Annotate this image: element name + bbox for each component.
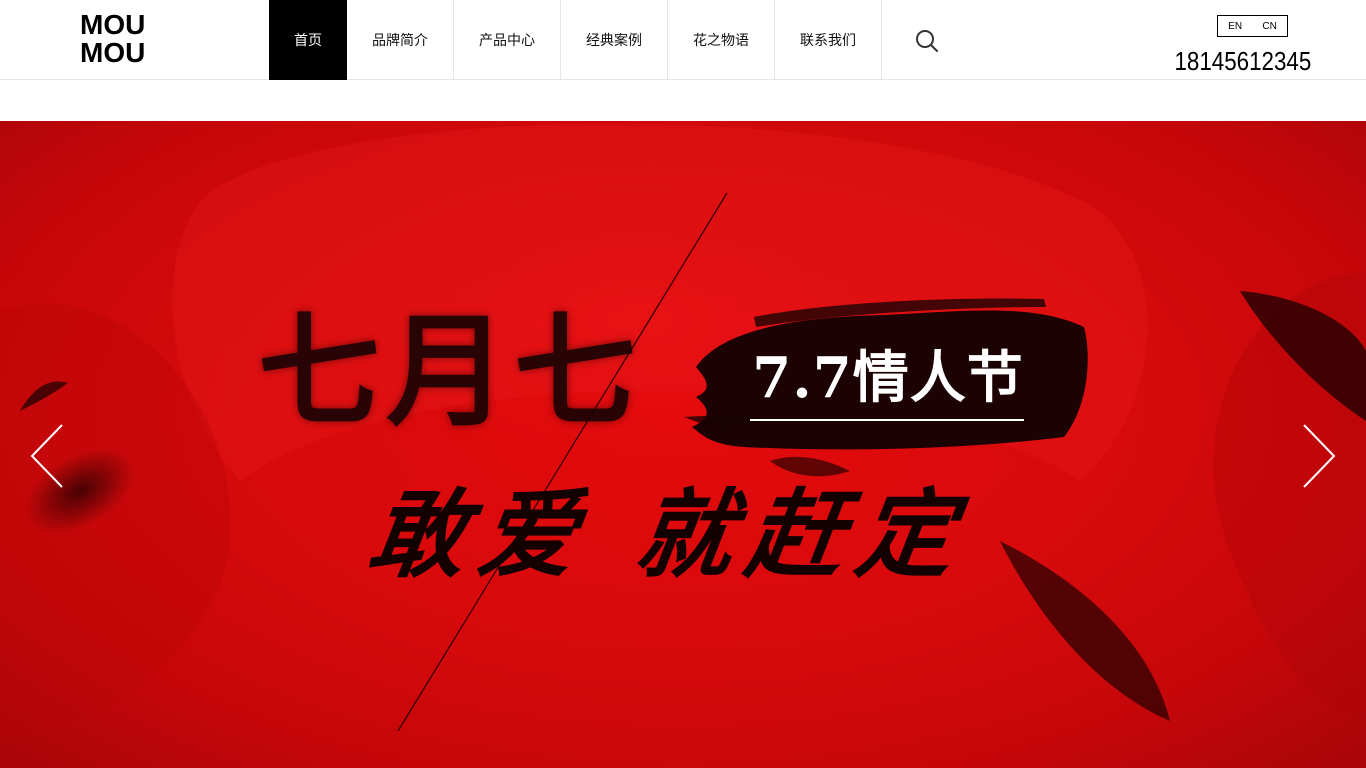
banner-main-title: 七月七 [258,301,642,443]
phone-number: 18145612345 [1174,46,1312,76]
site-header: MOU MOU 首页 品牌简介 产品中心 经典案例 花之物语 联系我们 EN C… [0,0,1366,80]
nav-item-home[interactable]: 首页 [269,0,347,80]
badge-underline [750,419,1024,421]
banner-badge-text: 7.7情人节 [752,345,1024,411]
lang-cn[interactable]: CN [1262,21,1276,32]
banner-subtitle: 敢爱 就赶定 [362,478,976,591]
nav-item-products[interactable]: 产品中心 [454,0,561,80]
nav-item-contact[interactable]: 联系我们 [775,0,882,80]
brand-logo[interactable]: MOU MOU [80,11,160,67]
logo-line-1: MOU [80,9,146,40]
language-switcher: EN CN [1217,15,1288,37]
banner-background [0,121,1366,741]
main-nav: 首页 品牌简介 产品中心 经典案例 花之物语 联系我们 [269,0,882,80]
hero-banner: 七月七 7.7情人节 敢爱 就赶定 [0,121,1366,768]
carousel-prev-button[interactable] [28,421,68,491]
lang-en[interactable]: EN [1228,21,1242,32]
search-button[interactable] [914,28,940,54]
chevron-left-icon [30,424,63,488]
logo-line-2: MOU [80,37,146,68]
carousel-next-button[interactable] [1298,421,1338,491]
chevron-right-icon [1303,424,1336,488]
search-icon [916,30,938,52]
nav-item-brand[interactable]: 品牌简介 [347,0,454,80]
nav-item-cases[interactable]: 经典案例 [561,0,668,80]
nav-item-flower-story[interactable]: 花之物语 [668,0,775,80]
